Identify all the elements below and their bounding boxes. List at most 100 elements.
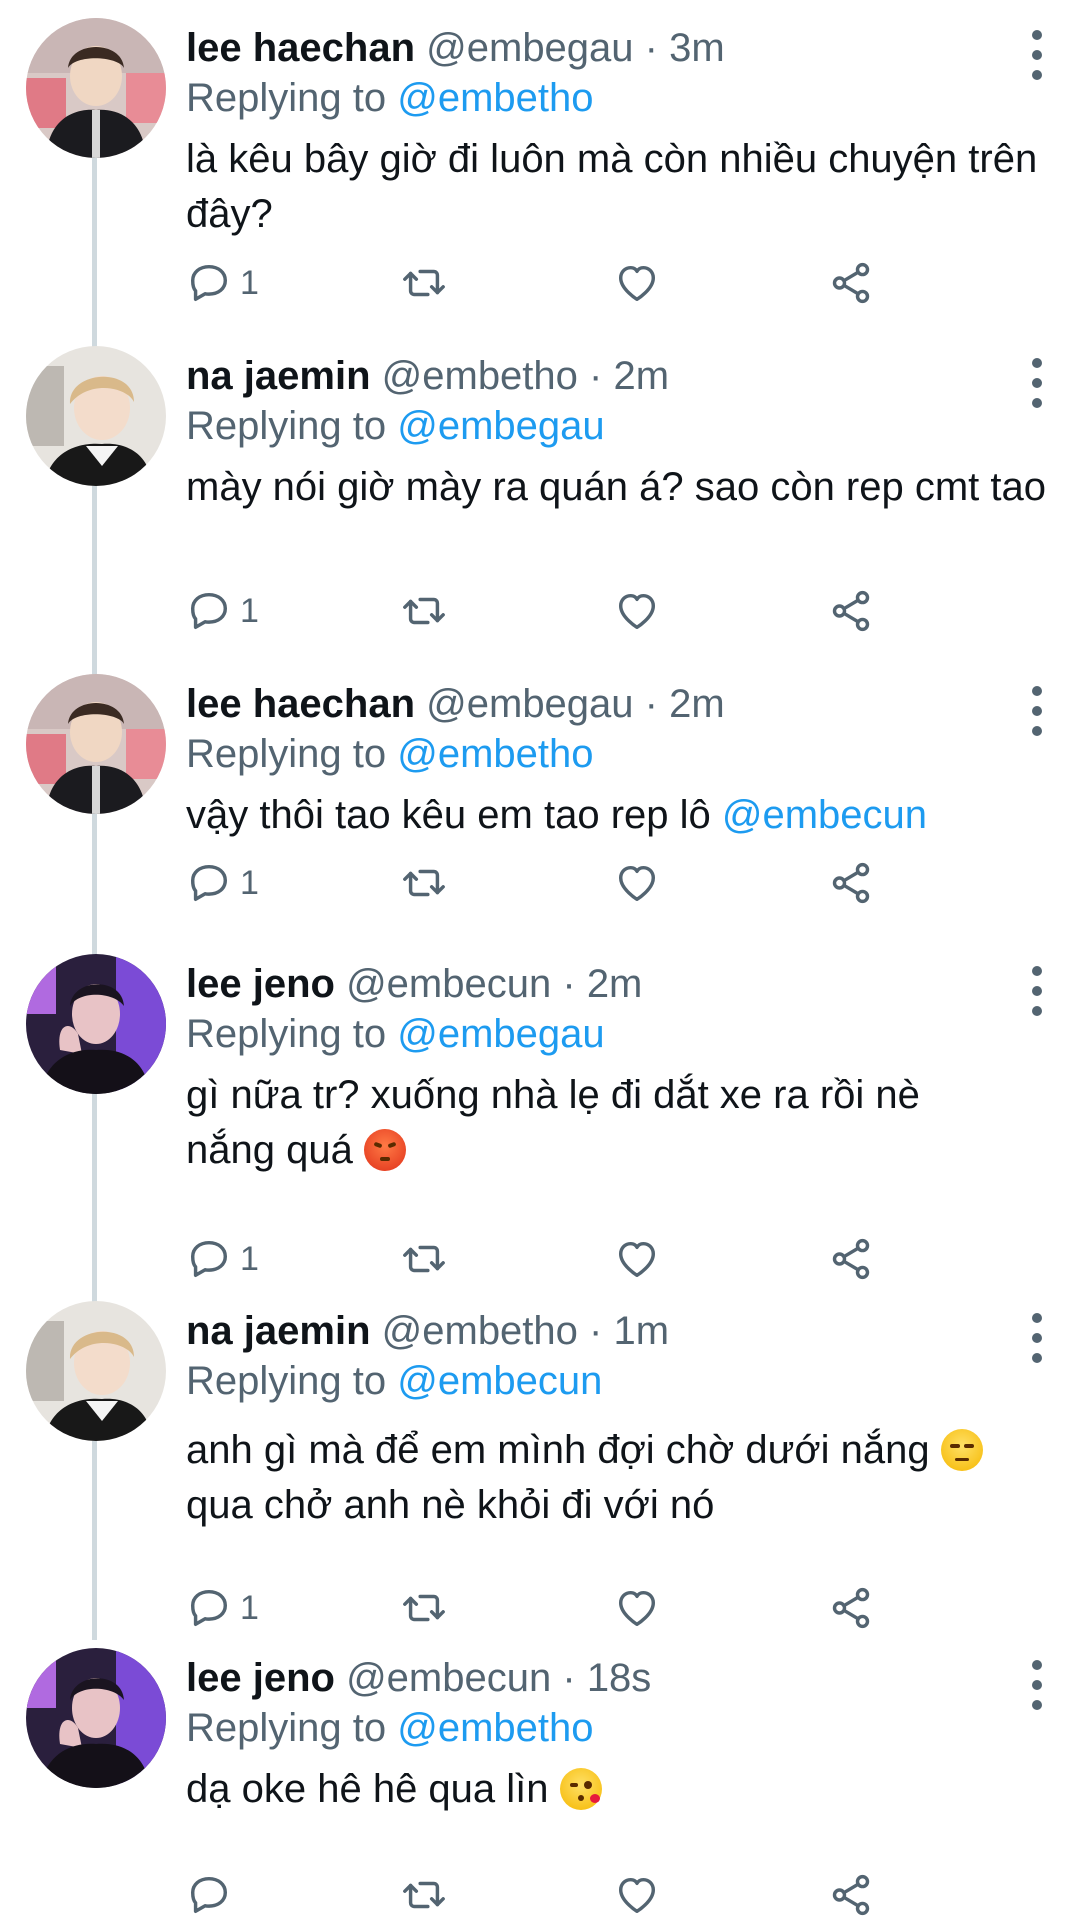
timestamp[interactable]: 2m — [614, 354, 670, 398]
tweet-text-container: gì nữa tr? xuống nhà lẹ đi dắt xe ra rồi… — [186, 1068, 1046, 1178]
retweet-icon — [401, 260, 447, 306]
tweet-header: lee haechan @embegau · 3m — [186, 24, 725, 72]
retweet-button[interactable] — [401, 1870, 447, 1920]
tweet-text-line: anh gì mà để em mình đợi chờ dưới nắng — [186, 1428, 930, 1472]
more-options-icon[interactable] — [1028, 966, 1046, 1016]
share-button[interactable] — [828, 1234, 874, 1284]
share-icon — [828, 1872, 874, 1918]
user-handle[interactable]: @embetho — [382, 354, 578, 398]
like-icon — [614, 1872, 660, 1918]
display-name[interactable]: na jaemin — [186, 1309, 371, 1353]
more-options-icon[interactable] — [1028, 30, 1046, 80]
share-button[interactable] — [828, 258, 874, 308]
replying-mention-link[interactable]: @embegau — [397, 1012, 604, 1056]
like-button[interactable] — [614, 586, 660, 636]
reply-icon — [186, 860, 232, 906]
retweet-button[interactable] — [401, 1583, 447, 1633]
display-name[interactable]: lee jeno — [186, 1656, 335, 1700]
replying-to: Replying to @embecun — [186, 1357, 602, 1405]
replying-to: Replying to @embegau — [186, 402, 605, 450]
more-options-icon[interactable] — [1028, 686, 1046, 736]
timestamp[interactable]: 2m — [669, 682, 725, 726]
retweet-button[interactable] — [401, 258, 447, 308]
replying-mention-link[interactable]: @embetho — [397, 76, 593, 120]
share-button[interactable] — [828, 1583, 874, 1633]
more-options-icon[interactable] — [1028, 1660, 1046, 1710]
replying-mention-link[interactable]: @embetho — [397, 1706, 593, 1750]
timestamp[interactable]: 2m — [587, 962, 643, 1006]
reply-button[interactable]: 1 — [186, 1583, 259, 1633]
retweet-icon — [401, 1585, 447, 1631]
reply-count: 1 — [240, 1239, 259, 1278]
retweet-icon — [401, 1872, 447, 1918]
tweet-mention-link[interactable]: @embecun — [722, 793, 927, 837]
reply-count: 1 — [240, 863, 259, 902]
user-handle[interactable]: @embegau — [426, 26, 633, 70]
reply-button[interactable] — [186, 1870, 240, 1920]
retweet-button[interactable] — [401, 858, 447, 908]
like-button[interactable] — [614, 1234, 660, 1284]
tweet-header: lee jeno @embecun · 18s — [186, 1654, 651, 1702]
avatar[interactable] — [26, 1648, 166, 1788]
like-button[interactable] — [614, 1870, 660, 1920]
share-button[interactable] — [828, 858, 874, 908]
share-button[interactable] — [828, 1870, 874, 1920]
tweet-actions: 1 — [186, 858, 946, 908]
replying-mention-link[interactable]: @embegau — [397, 404, 604, 448]
separator: · — [562, 1656, 576, 1700]
replying-mention-link[interactable]: @embetho — [397, 732, 593, 776]
reply-button[interactable]: 1 — [186, 1234, 259, 1284]
tweet-text-line: nắng quá — [186, 1128, 353, 1172]
like-icon — [614, 860, 660, 906]
timestamp[interactable]: 1m — [614, 1309, 670, 1353]
user-handle[interactable]: @embecun — [346, 1656, 551, 1700]
share-icon — [828, 1236, 874, 1282]
reply-icon — [186, 1585, 232, 1631]
avatar[interactable] — [26, 954, 166, 1094]
user-handle[interactable]: @embecun — [346, 962, 551, 1006]
separator: · — [589, 1309, 603, 1353]
share-button[interactable] — [828, 586, 874, 636]
like-icon — [614, 588, 660, 634]
replying-prefix: Replying to — [186, 732, 387, 776]
avatar[interactable] — [26, 674, 166, 814]
avatar[interactable] — [26, 346, 166, 486]
user-handle[interactable]: @embetho — [382, 1309, 578, 1353]
replying-prefix: Replying to — [186, 1706, 387, 1750]
timestamp[interactable]: 18s — [587, 1656, 652, 1700]
replying-prefix: Replying to — [186, 404, 387, 448]
more-options-icon[interactable] — [1028, 358, 1046, 408]
replying-to: Replying to @embetho — [186, 1704, 594, 1752]
like-button[interactable] — [614, 1583, 660, 1633]
share-icon — [828, 260, 874, 306]
tweet-text-container: anh gì mà để em mình đợi chờ dưới nắng q… — [186, 1423, 1046, 1533]
tweet-text: vậy thôi tao kêu em tao rep lô — [186, 793, 711, 837]
display-name[interactable]: lee jeno — [186, 962, 335, 1006]
replying-to: Replying to @embegau — [186, 1010, 605, 1058]
like-button[interactable] — [614, 858, 660, 908]
tweet-text-line: gì nữa tr? xuống nhà lẹ đi dắt xe ra rồi… — [186, 1073, 920, 1117]
timestamp[interactable]: 3m — [669, 26, 725, 70]
retweet-icon — [401, 860, 447, 906]
reply-icon — [186, 1236, 232, 1282]
separator: · — [644, 26, 658, 70]
display-name[interactable]: lee haechan — [186, 26, 415, 70]
reply-button[interactable]: 1 — [186, 586, 259, 636]
display-name[interactable]: lee haechan — [186, 682, 415, 726]
like-button[interactable] — [614, 258, 660, 308]
reply-button[interactable]: 1 — [186, 858, 259, 908]
reply-icon — [186, 1872, 232, 1918]
avatar[interactable] — [26, 18, 166, 158]
tweet-actions: 1 — [186, 258, 946, 308]
replying-mention-link[interactable]: @embecun — [397, 1359, 602, 1403]
retweet-button[interactable] — [401, 586, 447, 636]
more-options-icon[interactable] — [1028, 1313, 1046, 1363]
replying-prefix: Replying to — [186, 1359, 387, 1403]
avatar[interactable] — [26, 1301, 166, 1441]
user-handle[interactable]: @embegau — [426, 682, 633, 726]
reply-count: 1 — [240, 1588, 259, 1627]
reply-count: 1 — [240, 263, 259, 302]
display-name[interactable]: na jaemin — [186, 354, 371, 398]
reply-button[interactable]: 1 — [186, 258, 259, 308]
retweet-button[interactable] — [401, 1234, 447, 1284]
